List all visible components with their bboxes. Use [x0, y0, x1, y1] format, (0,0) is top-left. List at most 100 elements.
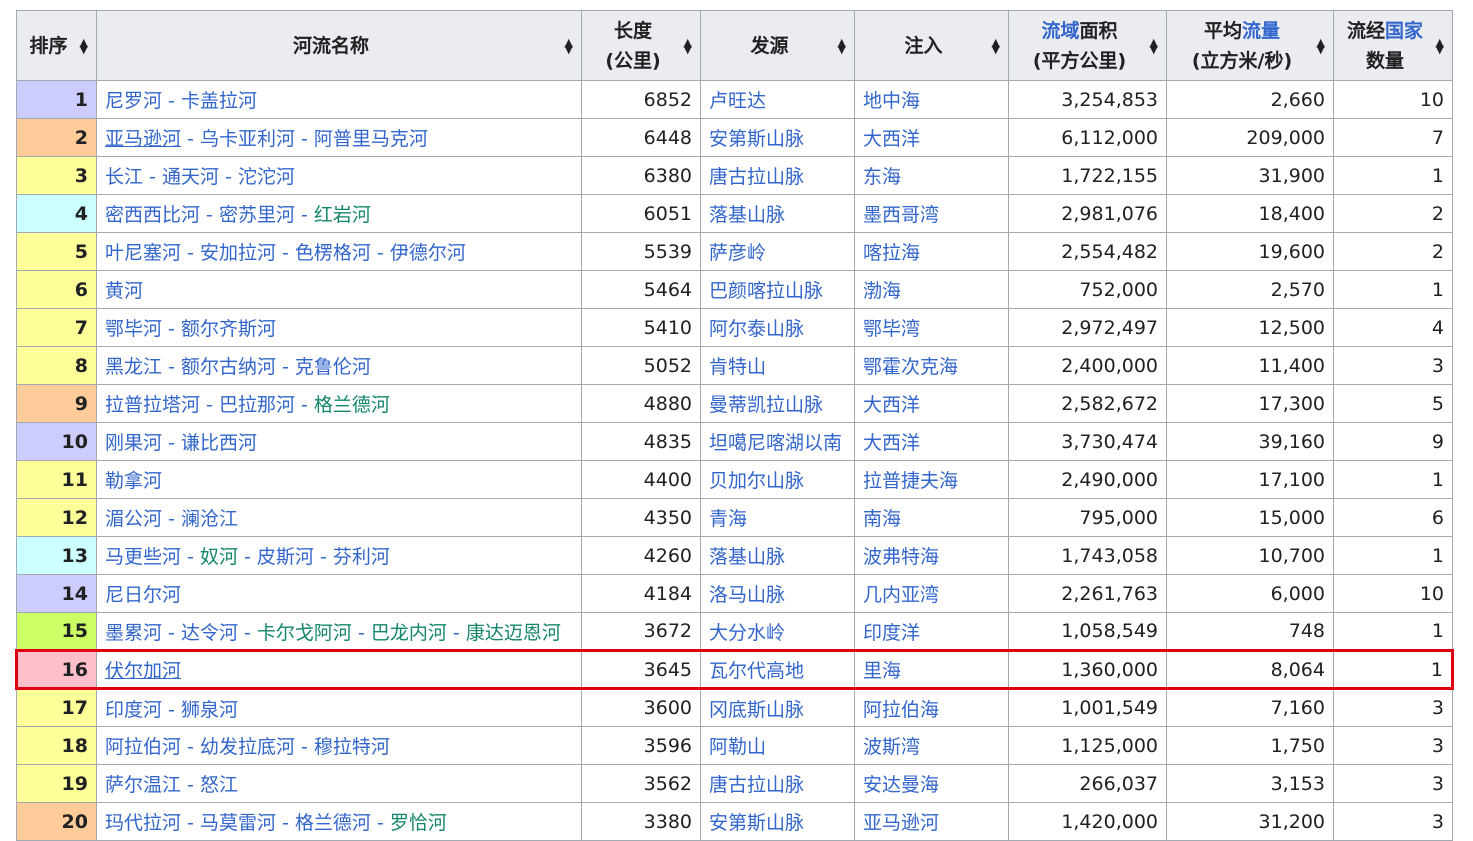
river-link[interactable]: 刚果河: [105, 432, 162, 454]
source-link[interactable]: 唐古拉山脉: [709, 774, 804, 796]
river-link[interactable]: 穆拉特河: [314, 736, 390, 758]
river-link[interactable]: 墨累河: [105, 622, 162, 644]
sort-icon[interactable]: ▲ ▼: [838, 37, 846, 55]
source-link[interactable]: 大分水岭: [709, 622, 785, 644]
river-link[interactable]: 伊德尔河: [390, 242, 466, 264]
basin-link[interactable]: 流域: [1041, 20, 1079, 42]
country-link[interactable]: 国家: [1385, 20, 1423, 42]
source-link[interactable]: 贝加尔山脉: [709, 470, 804, 492]
source-link[interactable]: 青海: [709, 508, 747, 530]
source-link[interactable]: 卢旺达: [709, 90, 766, 112]
source-link[interactable]: 瓦尔代高地: [709, 660, 804, 682]
river-link[interactable]: 尼日尔河: [105, 584, 181, 606]
col-header-basin[interactable]: 流域面积 (平方公里) ▲ ▼: [1008, 10, 1167, 81]
col-header-source[interactable]: 发源 ▲ ▼: [700, 10, 855, 81]
river-link[interactable]: 卡盖拉河: [181, 90, 257, 112]
river-link[interactable]: 黑龙江: [105, 356, 162, 378]
river-link[interactable]: 安加拉河: [200, 242, 276, 264]
source-link[interactable]: 坦噶尼喀湖以南: [709, 432, 842, 454]
source-link[interactable]: 肯特山: [709, 356, 766, 378]
col-header-countries[interactable]: 流经国家 数量 ▲ ▼: [1333, 10, 1453, 81]
mouth-link[interactable]: 鄂霍次克海: [863, 356, 958, 378]
mouth-link[interactable]: 鄂毕湾: [863, 318, 920, 340]
source-link[interactable]: 安第斯山脉: [709, 128, 804, 150]
river-link[interactable]: 格兰德河: [295, 812, 371, 834]
river-link[interactable]: 谦比西河: [181, 432, 257, 454]
mouth-link[interactable]: 地中海: [863, 90, 920, 112]
mouth-link[interactable]: 拉普捷夫海: [863, 470, 958, 492]
source-link[interactable]: 洛马山脉: [709, 584, 785, 606]
river-link[interactable]: 康达迈恩河: [466, 622, 561, 644]
river-link[interactable]: 湄公河: [105, 508, 162, 530]
river-link[interactable]: 额尔古纳河: [181, 356, 276, 378]
river-link[interactable]: 鄂毕河: [105, 318, 162, 340]
mouth-link[interactable]: 大西洋: [863, 394, 920, 416]
sort-icon[interactable]: ▲ ▼: [1317, 37, 1325, 55]
river-link[interactable]: 阿普里马克河: [314, 128, 428, 150]
col-header-rank[interactable]: 排序 ▲ ▼: [16, 10, 97, 81]
river-link[interactable]: 巴拉那河: [219, 394, 295, 416]
river-link[interactable]: 克鲁伦河: [295, 356, 371, 378]
col-header-flow[interactable]: 平均流量 (立方米/秒) ▲ ▼: [1166, 10, 1334, 81]
river-link[interactable]: 尼罗河: [105, 90, 162, 112]
river-link[interactable]: 卡尔戈阿河: [257, 622, 352, 644]
river-link[interactable]: 通天河: [162, 166, 219, 188]
river-link[interactable]: 巴龙内河: [371, 622, 447, 644]
mouth-link[interactable]: 几内亚湾: [863, 584, 939, 606]
mouth-link[interactable]: 大西洋: [863, 432, 920, 454]
source-link[interactable]: 安第斯山脉: [709, 812, 804, 834]
source-link[interactable]: 阿勒山: [709, 736, 766, 758]
col-header-length[interactable]: 长度 (公里) ▲ ▼: [581, 10, 701, 81]
river-link[interactable]: 拉普拉塔河: [105, 394, 200, 416]
mouth-link[interactable]: 安达曼海: [863, 774, 939, 796]
mouth-link[interactable]: 喀拉海: [863, 242, 920, 264]
river-link[interactable]: 狮泉河: [181, 699, 238, 721]
river-link[interactable]: 亚马逊河: [105, 128, 181, 150]
col-header-name[interactable]: 河流名称 ▲ ▼: [96, 10, 582, 81]
mouth-link[interactable]: 波弗特海: [863, 546, 939, 568]
river-link[interactable]: 玛代拉河: [105, 812, 181, 834]
river-link[interactable]: 奴河: [200, 546, 238, 568]
sort-icon[interactable]: ▲ ▼: [992, 37, 1000, 55]
source-link[interactable]: 萨彦岭: [709, 242, 766, 264]
source-link[interactable]: 落基山脉: [709, 204, 785, 226]
river-link[interactable]: 芬利河: [333, 546, 390, 568]
source-link[interactable]: 唐古拉山脉: [709, 166, 804, 188]
source-link[interactable]: 阿尔泰山脉: [709, 318, 804, 340]
river-link[interactable]: 格兰德河: [314, 394, 390, 416]
river-link[interactable]: 澜沧江: [181, 508, 238, 530]
source-link[interactable]: 曼蒂凯拉山脉: [709, 394, 823, 416]
river-link[interactable]: 沱沱河: [238, 166, 295, 188]
source-link[interactable]: 冈底斯山脉: [709, 699, 804, 721]
river-link[interactable]: 阿拉伯河: [105, 736, 181, 758]
mouth-link[interactable]: 印度洋: [863, 622, 920, 644]
river-link[interactable]: 幼发拉底河: [200, 736, 295, 758]
mouth-link[interactable]: 墨西哥湾: [863, 204, 939, 226]
mouth-link[interactable]: 里海: [863, 660, 901, 682]
sort-icon[interactable]: ▲ ▼: [1436, 37, 1444, 55]
mouth-link[interactable]: 渤海: [863, 280, 901, 302]
river-link[interactable]: 叶尼塞河: [105, 242, 181, 264]
mouth-link[interactable]: 亚马逊河: [863, 812, 939, 834]
source-link[interactable]: 落基山脉: [709, 546, 785, 568]
river-link[interactable]: 罗恰河: [390, 812, 447, 834]
mouth-link[interactable]: 阿拉伯海: [863, 699, 939, 721]
river-link[interactable]: 勒拿河: [105, 470, 162, 492]
river-link[interactable]: 伏尔加河: [105, 660, 181, 682]
river-link[interactable]: 怒江: [200, 774, 238, 796]
sort-icon[interactable]: ▲ ▼: [1150, 37, 1158, 55]
river-link[interactable]: 长江: [105, 166, 143, 188]
river-link[interactable]: 印度河: [105, 699, 162, 721]
sort-icon[interactable]: ▲ ▼: [80, 37, 88, 55]
mouth-link[interactable]: 波斯湾: [863, 736, 920, 758]
river-link[interactable]: 红岩河: [314, 204, 371, 226]
river-link[interactable]: 乌卡亚利河: [200, 128, 295, 150]
river-link[interactable]: 密苏里河: [219, 204, 295, 226]
sort-icon[interactable]: ▲ ▼: [565, 37, 573, 55]
river-link[interactable]: 色楞格河: [295, 242, 371, 264]
river-link[interactable]: 密西西比河: [105, 204, 200, 226]
mouth-link[interactable]: 南海: [863, 508, 901, 530]
river-link[interactable]: 额尔齐斯河: [181, 318, 276, 340]
river-link[interactable]: 黄河: [105, 280, 143, 302]
source-link[interactable]: 巴颜喀拉山脉: [709, 280, 823, 302]
